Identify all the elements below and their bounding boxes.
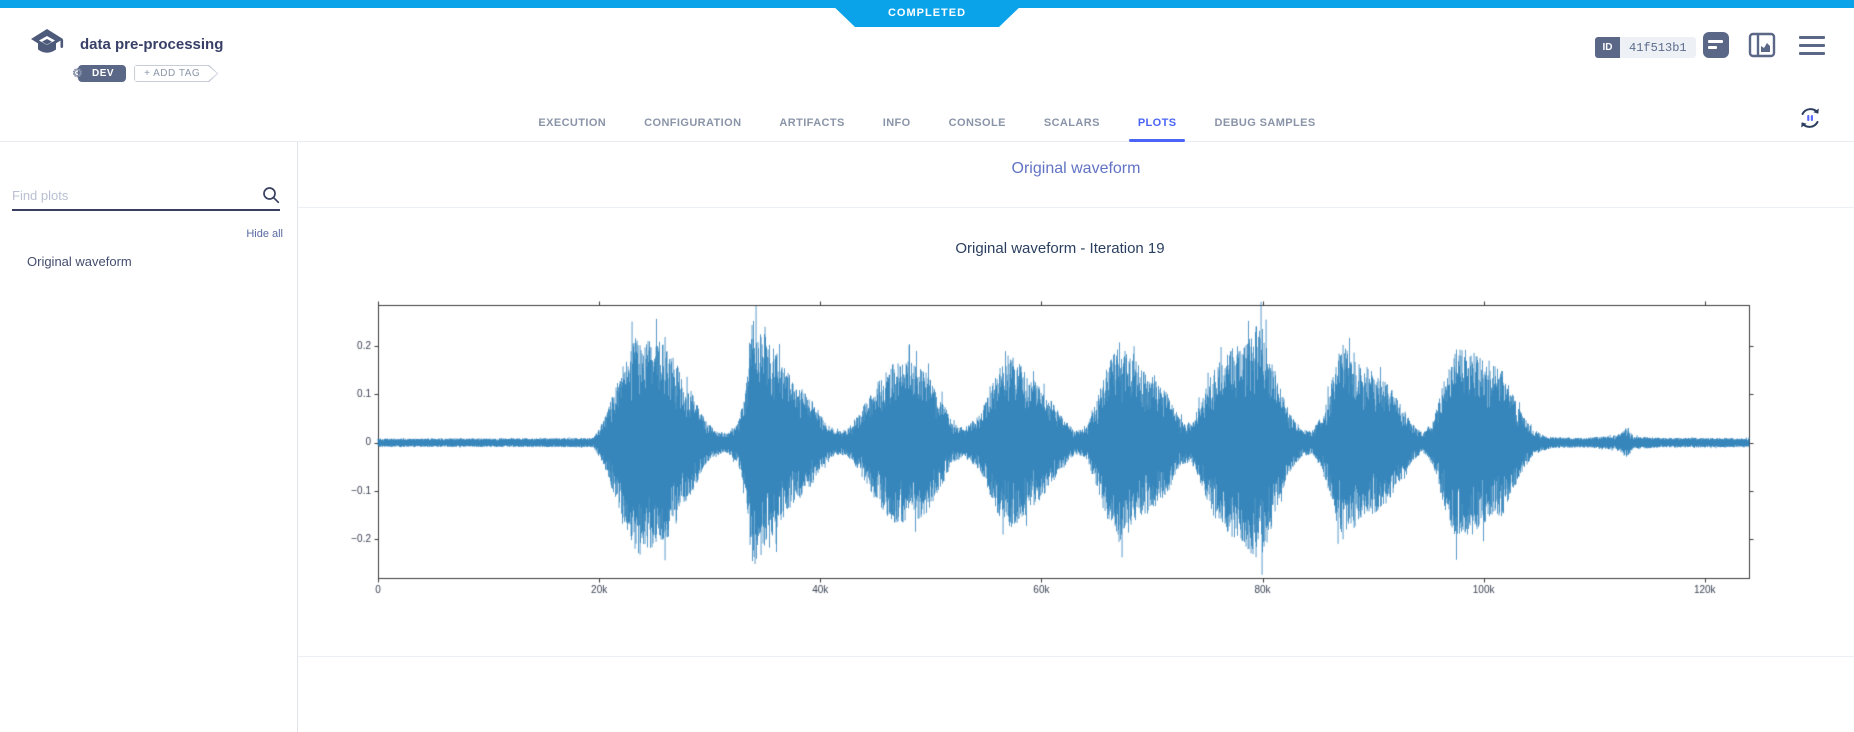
- status-bar: [0, 0, 1854, 8]
- search-icon[interactable]: [262, 186, 280, 204]
- auto-refresh-pause-icon[interactable]: [1795, 103, 1825, 133]
- tag-row: ⚙ DEV + ADD TAG: [78, 65, 218, 82]
- menu-icon[interactable]: [1799, 36, 1825, 55]
- sidebar-item-original-waveform[interactable]: Original waveform: [27, 254, 132, 269]
- plot-group-heading: Original waveform: [298, 160, 1854, 178]
- tab-configuration[interactable]: CONFIGURATION: [625, 106, 760, 141]
- menu-bar: [1799, 36, 1825, 39]
- status-ribbon-label: COMPLETED: [888, 7, 966, 21]
- split-panel-chart-icon[interactable]: [1748, 31, 1776, 59]
- hide-all-link[interactable]: Hide all: [0, 228, 283, 240]
- divider: [298, 207, 1854, 208]
- add-tag-button[interactable]: + ADD TAG: [134, 65, 218, 82]
- plots-sidebar: Hide all Original waveform: [0, 142, 298, 732]
- details-view-icon[interactable]: [1702, 31, 1730, 59]
- tab-scalars[interactable]: SCALARS: [1025, 106, 1119, 141]
- gear-icon: ⚙: [72, 66, 83, 80]
- menu-bar: [1799, 52, 1825, 55]
- tab-info[interactable]: INFO: [864, 106, 930, 141]
- experiment-type-icon: [28, 26, 66, 64]
- tab-plots[interactable]: PLOTS: [1119, 106, 1196, 141]
- search-input[interactable]: [12, 186, 280, 209]
- chart-title: Original waveform - Iteration 19: [330, 240, 1790, 257]
- tab-bar: EXECUTION CONFIGURATION ARTIFACTS INFO C…: [0, 106, 1854, 142]
- tab-debug-samples[interactable]: DEBUG SAMPLES: [1195, 106, 1334, 141]
- search-underline: [12, 209, 280, 211]
- tab-artifacts[interactable]: ARTIFACTS: [760, 106, 863, 141]
- tab-console[interactable]: CONSOLE: [930, 106, 1025, 141]
- experiment-detail-page: COMPLETED data pre-processing ⚙ DEV + AD…: [0, 0, 1854, 732]
- tab-execution[interactable]: EXECUTION: [519, 106, 625, 141]
- id-label: ID: [1595, 37, 1620, 58]
- menu-bar: [1799, 44, 1825, 47]
- divider: [298, 656, 1854, 657]
- tag-dev-label: DEV: [92, 68, 114, 79]
- page-title: data pre-processing: [80, 36, 223, 53]
- plot-search: [12, 186, 280, 211]
- id-value: 41f513b1: [1620, 37, 1696, 58]
- experiment-id-badge[interactable]: ID 41f513b1: [1595, 37, 1696, 58]
- add-tag-label: + ADD TAG: [134, 65, 218, 79]
- waveform-plot-canvas[interactable]: [330, 295, 1790, 610]
- tag-dev[interactable]: ⚙ DEV: [78, 65, 126, 82]
